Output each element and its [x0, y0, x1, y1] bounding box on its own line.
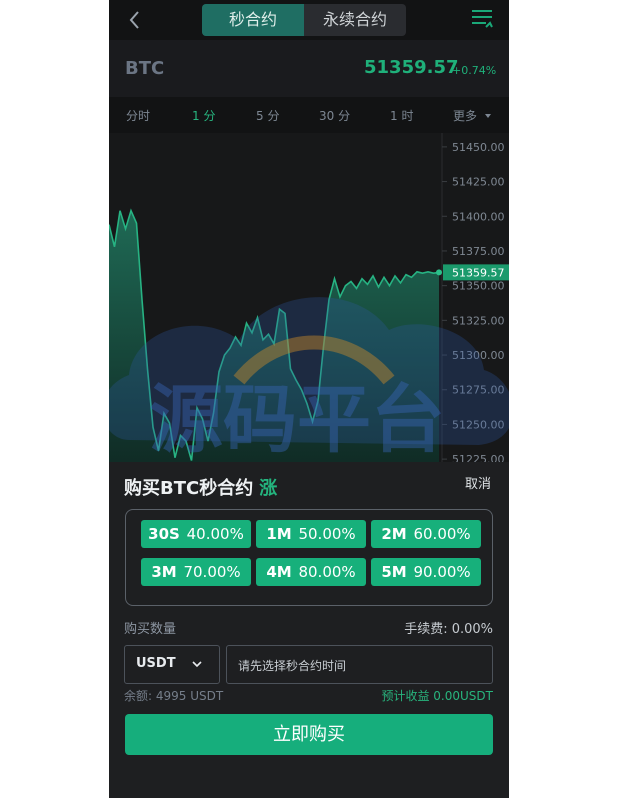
option-1m[interactable]: 1M 50.00%	[256, 520, 366, 548]
caret-down-icon	[484, 114, 491, 118]
y-tick-label: 51350.00	[452, 280, 505, 293]
balance-text: 余额: 4995 USDT	[124, 689, 224, 703]
interval-more-label: 更多	[453, 109, 478, 123]
symbol-label: BTC	[125, 58, 165, 79]
option-4m[interactable]: 4M 80.00%	[256, 558, 366, 586]
price-chart-svg: 51450.00 51425.00 51400.00 51375.00 51350.00…	[109, 133, 509, 473]
interval-1m[interactable]: 1 分	[192, 107, 215, 124]
y-tick-label: 51375.00	[452, 245, 505, 258]
price-change: +0.74%	[452, 64, 497, 77]
buy-sheet: 购买BTC秒合约涨 取消 30S 40.00% 1M 50.00% 2M 60.…	[109, 462, 509, 798]
fee-text: 手续费: 0.00%	[404, 622, 493, 637]
currency-value: USDT	[136, 656, 176, 671]
last-price: 51359.57	[364, 57, 459, 78]
currency-select[interactable]: USDT	[124, 645, 220, 684]
interval-timeline[interactable]: 分时	[126, 107, 150, 124]
interval-30m[interactable]: 30 分	[319, 107, 350, 124]
interval-1h[interactable]: 1 时	[390, 107, 413, 124]
option-5m[interactable]: 5M 90.00%	[371, 558, 481, 586]
price-chart[interactable]: 51450.00 51425.00 51400.00 51375.00 51350.00…	[109, 133, 509, 473]
option-2m[interactable]: 2M 60.00%	[371, 520, 481, 548]
menu-lines-icon[interactable]	[470, 7, 494, 31]
duration-options: 30S 40.00% 1M 50.00% 2M 60.00% 3M 70.00%…	[125, 509, 493, 606]
contract-type-switch: 秒合约 永续合约	[202, 4, 406, 36]
sheet-title: 购买BTC秒合约涨	[124, 474, 277, 500]
phone-screen: 秒合约 永续合约 BTC 51359.57 +0.74% 分时 1 分 5 分 …	[109, 0, 509, 798]
y-tick-label: 51300.00	[452, 349, 505, 362]
option-time: 4M	[266, 563, 292, 581]
option-rate: 80.00%	[298, 563, 356, 581]
ticker-bar: BTC 51359.57 +0.74%	[109, 40, 509, 97]
amount-placeholder: 请先选择秒合约时间	[238, 659, 347, 673]
current-price-label: 51359.57	[452, 266, 505, 279]
y-tick-label: 51275.00	[452, 384, 505, 397]
amount-input[interactable]: 请先选择秒合约时间	[226, 645, 493, 684]
quantity-label: 购买数量	[124, 622, 177, 637]
interval-tabs: 分时 1 分 5 分 30 分 1 时 更多	[109, 97, 509, 133]
back-arrow-icon[interactable]	[123, 8, 147, 32]
buy-now-button[interactable]: 立即购买	[125, 714, 493, 755]
y-tick-label: 51325.00	[452, 314, 505, 327]
estimated-profit: 预计收益 0.00USDT	[381, 689, 493, 703]
tab-second-contract[interactable]: 秒合约	[202, 4, 304, 36]
option-rate: 90.00%	[413, 563, 471, 581]
y-tick-label: 51400.00	[452, 210, 505, 223]
current-price-dot	[436, 269, 442, 276]
y-tick-label: 51425.00	[452, 176, 505, 189]
chevron-down-icon	[192, 661, 202, 668]
y-tick-label: 51450.00	[452, 141, 505, 154]
sheet-title-text: 购买BTC秒合约	[124, 478, 254, 499]
option-time: 5M	[381, 563, 407, 581]
tab-perpetual-contract[interactable]: 永续合约	[304, 4, 406, 36]
option-time: 2M	[381, 525, 407, 543]
option-rate: 50.00%	[298, 525, 356, 543]
interval-5m[interactable]: 5 分	[256, 107, 279, 124]
option-3m[interactable]: 3M 70.00%	[141, 558, 251, 586]
option-30s[interactable]: 30S 40.00%	[141, 520, 251, 548]
option-rate: 40.00%	[186, 525, 244, 543]
option-time: 30S	[148, 525, 180, 543]
option-time: 3M	[151, 563, 177, 581]
option-rate: 70.00%	[183, 563, 241, 581]
direction-up: 涨	[259, 478, 278, 499]
interval-more[interactable]: 更多	[453, 107, 492, 124]
y-tick-label: 51250.00	[452, 418, 505, 431]
top-bar: 秒合约 永续合约	[109, 0, 509, 40]
cancel-button[interactable]: 取消	[465, 473, 491, 492]
option-time: 1M	[266, 525, 292, 543]
option-rate: 60.00%	[413, 525, 471, 543]
